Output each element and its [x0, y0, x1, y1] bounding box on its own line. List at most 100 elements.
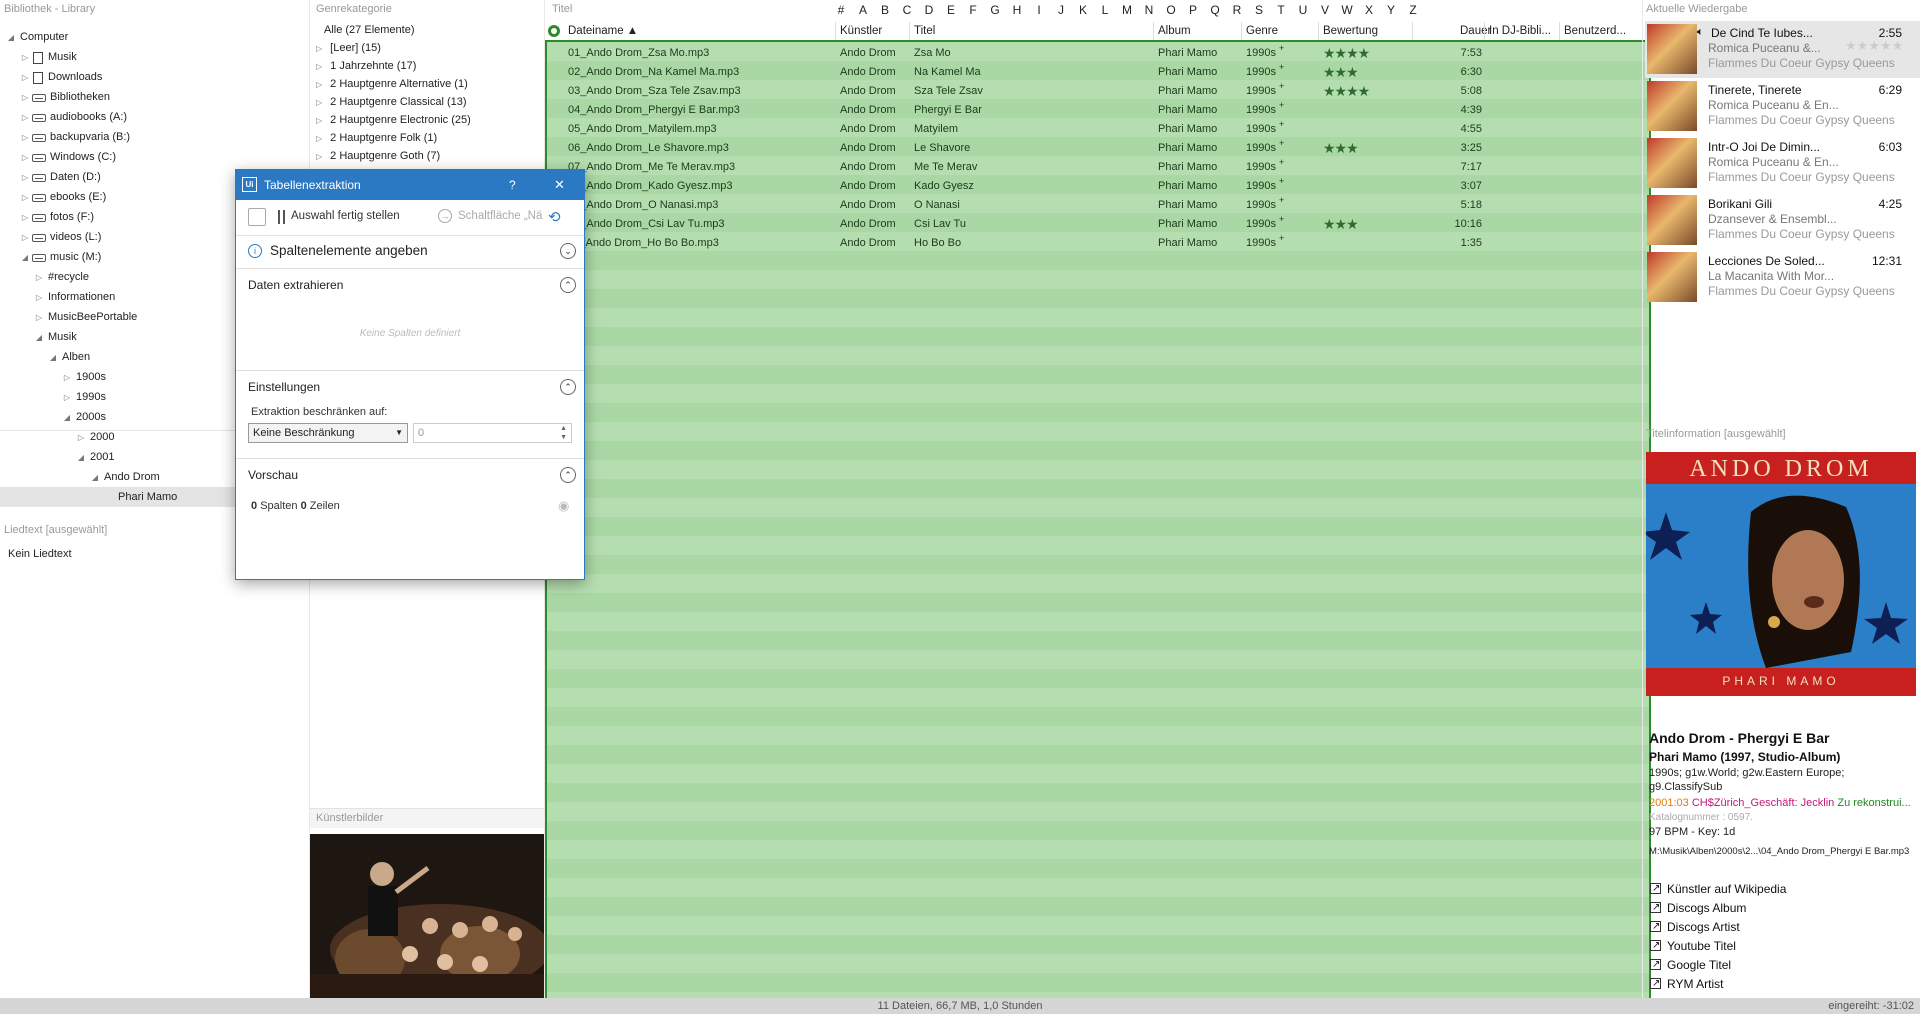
- expand-toggle-icon[interactable]: ▷: [20, 208, 30, 228]
- tree-item[interactable]: ◢ Musik: [34, 327, 77, 347]
- letter-filter-N[interactable]: N: [1138, 0, 1160, 20]
- genre-item[interactable]: ▷ 1 Jahrzehnte (17): [316, 57, 416, 75]
- letter-filter-Z[interactable]: Z: [1402, 0, 1424, 20]
- column-separator[interactable]: [1484, 22, 1485, 40]
- chevron-down-icon[interactable]: ⌄: [560, 243, 576, 259]
- expand-toggle-icon[interactable]: ▷: [20, 48, 30, 68]
- expand-toggle-icon[interactable]: ◢: [6, 28, 16, 48]
- table-row[interactable]: 09_Ando Drom_O Nanasi.mp3 Ando Drom O Nana…: [547, 195, 1647, 215]
- expand-toggle-icon[interactable]: ▷: [20, 228, 30, 248]
- table-row[interactable]: 08_Ando Drom_Kado Gyesz.mp3 Ando Drom Kado…: [547, 176, 1647, 196]
- tree-item[interactable]: ▷ 1900s: [62, 367, 106, 387]
- genre-item[interactable]: ▷ 2 Hauptgenre Electronic (25): [316, 111, 471, 129]
- tree-item[interactable]: ▷ Bibliotheken: [20, 87, 110, 107]
- queue-item[interactable]: Tinerete, Tinerete 6:29 Romica Puceanu & E…: [1645, 78, 1920, 135]
- genre-item[interactable]: ▷ 2 Hauptgenre Classical (13): [316, 93, 467, 111]
- genre-item[interactable]: ▷ 2 Hauptgenre Alternative (1): [316, 75, 468, 93]
- tree-item[interactable]: ▷ backupvaria (B:): [20, 127, 130, 147]
- letter-filter-X[interactable]: X: [1358, 0, 1380, 20]
- dialog-titlebar[interactable]: Ui Tabellenextraktion ? ✕: [236, 170, 584, 200]
- finish-selection-button[interactable]: Auswahl fertig stellen: [291, 210, 400, 222]
- letter-filter-L[interactable]: L: [1094, 0, 1116, 20]
- letter-filter-J[interactable]: J: [1050, 0, 1072, 20]
- genre-item[interactable]: ▷ 2 Hauptgenre Folk (1): [316, 129, 437, 147]
- table-row[interactable]: 10_Ando Drom_Csi Lav Tu.mp3 Ando Drom Csi …: [547, 214, 1647, 234]
- expand-toggle-icon[interactable]: ▷: [20, 68, 30, 88]
- letter-filter-W[interactable]: W: [1336, 0, 1358, 20]
- table-row[interactable]: 06_Ando Drom_Le Shavore.mp3 Ando Drom Le S…: [547, 138, 1647, 158]
- genre-item[interactable]: Alle (27 Elemente): [316, 21, 415, 39]
- tree-item[interactable]: ◢ 2001: [76, 447, 115, 467]
- letter-filter-R[interactable]: R: [1226, 0, 1248, 20]
- column-header-custom[interactable]: Benutzerd...: [1564, 22, 1626, 40]
- column-header-duration[interactable]: Dauer: [1460, 22, 1491, 40]
- expand-toggle-icon[interactable]: ▷: [316, 116, 322, 125]
- expand-toggle-icon[interactable]: ▷: [316, 98, 322, 107]
- genre-item[interactable]: ▷ 2 Hauptgenre Goth (7): [316, 147, 440, 165]
- tree-item[interactable]: ◢ music (M:): [20, 247, 101, 267]
- expand-toggle-icon[interactable]: ▷: [76, 428, 86, 448]
- column-separator[interactable]: [835, 22, 836, 40]
- letter-filter-M[interactable]: M: [1116, 0, 1138, 20]
- expand-toggle-icon[interactable]: ▷: [20, 148, 30, 168]
- tree-item[interactable]: ▷ ebooks (E:): [20, 187, 106, 207]
- expand-toggle-icon[interactable]: ◢: [90, 468, 100, 488]
- column-header-title[interactable]: Titel: [914, 22, 935, 40]
- spinner-icon[interactable]: ▲ ▼: [560, 424, 567, 442]
- table-row[interactable]: 01_Ando Drom_Zsa Mo.mp3 Ando Drom Zsa Mo Ph…: [547, 43, 1647, 63]
- tree-item[interactable]: ▷ #recycle: [34, 267, 89, 287]
- letter-filter-V[interactable]: V: [1314, 0, 1336, 20]
- queue-item[interactable]: Borikani Gili 4:25 Dzansever & Ensembl... F…: [1645, 192, 1920, 249]
- queue-item[interactable]: Intr-O Joi De Dimin... 6:03 Romica Puceanu…: [1645, 135, 1920, 192]
- queue-item[interactable]: Lecciones De Soled... 12:31 La Macanita Wi…: [1645, 249, 1920, 306]
- tree-item[interactable]: ◢ Alben: [48, 347, 90, 367]
- tree-item[interactable]: ◢ 2000s: [62, 407, 106, 427]
- column-header-rating[interactable]: Bewertung: [1323, 22, 1378, 40]
- expand-toggle-icon[interactable]: ▷: [316, 152, 322, 161]
- eye-icon[interactable]: ◉: [558, 498, 569, 514]
- expand-toggle-icon[interactable]: ▷: [34, 308, 44, 328]
- letter-filter-#[interactable]: #: [830, 0, 852, 20]
- letter-filter-F[interactable]: F: [962, 0, 984, 20]
- tree-item[interactable]: ▷ Daten (D:): [20, 167, 101, 187]
- external-link[interactable]: Künstler auf Wikipedia: [1650, 879, 1786, 899]
- letter-filter-S[interactable]: S: [1248, 0, 1270, 20]
- letter-filter-E[interactable]: E: [940, 0, 962, 20]
- column-header-dj[interactable]: In DJ-Bibli...: [1489, 22, 1551, 40]
- expand-toggle-icon[interactable]: ▷: [316, 80, 322, 89]
- tree-item[interactable]: ▷ 1990s: [62, 387, 106, 407]
- chevron-up-icon[interactable]: ⌃: [560, 277, 576, 293]
- tree-item[interactable]: ▷ fotos (F:): [20, 207, 94, 227]
- external-link[interactable]: Youtube Titel: [1650, 936, 1736, 956]
- letter-filter-O[interactable]: O: [1160, 0, 1182, 20]
- table-row[interactable]: 11_Ando Drom_Ho Bo Bo.mp3 Ando Drom Ho Bo …: [547, 233, 1647, 253]
- expand-toggle-icon[interactable]: ▷: [20, 108, 30, 128]
- letter-filter-I[interactable]: I: [1028, 0, 1050, 20]
- column-header-genre[interactable]: Genre: [1246, 22, 1278, 40]
- column-separator[interactable]: [1153, 22, 1154, 40]
- expand-toggle-icon[interactable]: ▷: [20, 88, 30, 108]
- column-separator[interactable]: [1559, 22, 1560, 40]
- rating-stars[interactable]: ★★★★★: [1845, 38, 1903, 54]
- expand-toggle-icon[interactable]: ▷: [20, 128, 30, 148]
- expand-toggle-icon[interactable]: ◢: [20, 248, 30, 268]
- column-config-icon[interactable]: [546, 22, 562, 40]
- queue-item[interactable]: De Cind Te Iubes... 2:55 Romica Puceanu &.…: [1645, 21, 1920, 78]
- expand-toggle-icon[interactable]: ▷: [20, 168, 30, 188]
- tree-item[interactable]: ▷ videos (L:): [20, 227, 101, 247]
- external-link[interactable]: Discogs Album: [1650, 898, 1746, 918]
- chevron-up-icon[interactable]: ⌃: [560, 379, 576, 395]
- close-icon[interactable]: ✕: [554, 170, 565, 200]
- column-separator[interactable]: [909, 22, 910, 40]
- save-icon[interactable]: [248, 208, 266, 226]
- expand-toggle-icon[interactable]: ▷: [62, 388, 72, 408]
- column-separator[interactable]: [1318, 22, 1319, 40]
- column-separator[interactable]: [1412, 22, 1413, 40]
- tree-item[interactable]: ▷ audiobooks (A:): [20, 107, 127, 127]
- tree-item[interactable]: ▷ Musik: [20, 47, 77, 67]
- expand-toggle-icon[interactable]: ▷: [34, 288, 44, 308]
- expand-toggle-icon[interactable]: ▷: [316, 134, 322, 143]
- table-row[interactable]: 03_Ando Drom_Sza Tele Zsav.mp3 Ando Drom S…: [547, 81, 1647, 101]
- letter-filter-A[interactable]: A: [852, 0, 874, 20]
- external-link[interactable]: Discogs Artist: [1650, 917, 1740, 937]
